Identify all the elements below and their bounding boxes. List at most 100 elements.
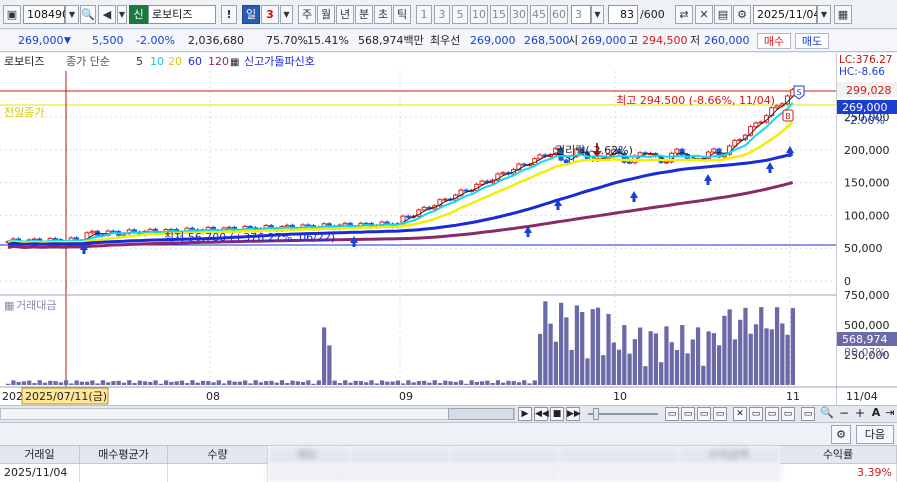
- save-icon[interactable]: ▤: [714, 5, 732, 24]
- trade-volume: 2,036,680: [188, 34, 244, 47]
- volume-bar: [653, 333, 659, 385]
- stock-name-field[interactable]: 로보티즈: [148, 5, 216, 24]
- tool-1-icon[interactable]: ✕: [733, 407, 747, 421]
- rewind-icon[interactable]: ◀◀: [534, 407, 549, 421]
- volume-bar: [669, 342, 674, 385]
- period-month-button[interactable]: 월: [317, 5, 335, 24]
- volume-bar: [706, 331, 711, 385]
- interval-60-button[interactable]: 60: [550, 5, 568, 24]
- volume-bar: [364, 382, 369, 385]
- calendar-icon[interactable]: ▦: [834, 5, 852, 24]
- scroll-thumb[interactable]: [448, 408, 514, 420]
- date-dropdown-icon[interactable]: ▼: [817, 5, 831, 24]
- interval-5-button[interactable]: 5: [452, 5, 468, 24]
- high-price: 294,500: [642, 34, 688, 47]
- col-return-rate[interactable]: 수익률: [780, 446, 897, 464]
- period-dropdown-icon[interactable]: ▼: [280, 5, 293, 24]
- code-dropdown-icon[interactable]: ▼: [65, 5, 79, 24]
- volume-bar: [132, 383, 137, 385]
- price-change: 5,500: [92, 34, 124, 47]
- col-quantity[interactable]: 수량: [168, 446, 268, 464]
- tool-5-icon[interactable]: ▭: [801, 407, 815, 421]
- bar-count-input[interactable]: 83: [608, 5, 638, 24]
- tool-2-icon[interactable]: ▭: [749, 407, 763, 421]
- col-trade-date[interactable]: 거래일: [0, 446, 80, 464]
- period-tick-button[interactable]: 틱: [393, 5, 411, 24]
- interval-15-button[interactable]: 15: [490, 5, 508, 24]
- volume-bar: [232, 381, 237, 385]
- more-icon[interactable]: ⇥: [883, 407, 897, 421]
- volume-bar: [437, 383, 443, 385]
- volume-bar: [643, 366, 648, 385]
- volume-bar: [258, 382, 264, 385]
- volume-bar: [337, 383, 343, 385]
- interval-custom-field[interactable]: 3: [571, 5, 591, 24]
- play-icon[interactable]: ▶▶: [566, 407, 581, 421]
- gear-icon[interactable]: ⚙: [733, 5, 751, 24]
- scroll-right-icon[interactable]: ▶: [518, 407, 532, 421]
- speaker-icon[interactable]: ◀: [98, 5, 116, 24]
- row-hidden-3: [558, 464, 780, 482]
- zoom-icon[interactable]: 🔍: [820, 407, 834, 421]
- col-avg-price[interactable]: 매수평균가: [80, 446, 168, 464]
- tool-4-icon[interactable]: ▭: [781, 407, 795, 421]
- period-day-button[interactable]: 일: [242, 5, 260, 24]
- col-hidden-3[interactable]: [558, 446, 678, 464]
- row-trade-date[interactable]: 2025/11/04: [0, 464, 80, 482]
- interval-30-button[interactable]: 30: [510, 5, 528, 24]
- col-hidden-2[interactable]: [448, 446, 558, 464]
- volume-bar: [527, 383, 532, 385]
- chart-settings-icon[interactable]: ⇄: [675, 5, 693, 24]
- crosshair-icon[interactable]: ✕: [695, 5, 713, 24]
- layout-2-icon[interactable]: ▭: [681, 407, 695, 421]
- price-chart[interactable]: B S 전일종가 최고 294.500 (-8.66%, 11/04) 최저 56,70…: [0, 53, 836, 405]
- period-minute-button[interactable]: 분: [355, 5, 373, 24]
- period-second-button[interactable]: 초: [374, 5, 392, 24]
- interval-dropdown-icon[interactable]: ▼: [591, 5, 604, 24]
- volume-bar: [717, 345, 722, 385]
- period-num-field[interactable]: 3: [261, 5, 279, 24]
- zoom-out-icon[interactable]: −: [837, 407, 851, 421]
- stop-icon[interactable]: ■: [550, 407, 564, 421]
- zoom-in-icon[interactable]: +: [853, 407, 867, 421]
- tool-3-icon[interactable]: ▭: [765, 407, 779, 421]
- scroll-track[interactable]: [0, 408, 515, 420]
- open-price: 269,000: [581, 34, 627, 47]
- grid-settings-icon[interactable]: ⚙: [831, 425, 851, 444]
- price-tick: 0: [844, 275, 851, 288]
- volume-bar: [395, 380, 400, 385]
- interval-10-button[interactable]: 10: [470, 5, 488, 24]
- layout-4-icon[interactable]: ▭: [713, 407, 727, 421]
- interval-3-button[interactable]: 3: [434, 5, 450, 24]
- speaker-dropdown-icon[interactable]: ▼: [117, 5, 127, 24]
- interval-1-button[interactable]: 1: [416, 5, 432, 24]
- stock-code-input[interactable]: 108490: [23, 5, 69, 24]
- chart-area[interactable]: 로보티즈 종가 단순 5 10 20 60 120 ▦ 신고가돌파신호 B S 전일…: [0, 53, 897, 405]
- col-sell[interactable]: 매도: [268, 446, 348, 464]
- volume-bar: [174, 381, 179, 385]
- sell-button[interactable]: 매도: [795, 33, 829, 49]
- layout-1-icon[interactable]: ▭: [665, 407, 679, 421]
- volume-bar: [353, 380, 358, 385]
- date-input[interactable]: 2025/11/04: [753, 5, 820, 24]
- zoom-slider-handle[interactable]: [593, 408, 599, 420]
- next-button[interactable]: 다음: [856, 425, 894, 444]
- interval-45-button[interactable]: 45: [530, 5, 548, 24]
- window-icon[interactable]: ▣: [3, 5, 21, 24]
- font-size-icon[interactable]: A: [869, 407, 883, 421]
- candle-body: [663, 161, 669, 164]
- search-icon[interactable]: 🔍: [80, 5, 96, 24]
- volume-bar: [327, 345, 332, 385]
- layout-3-icon[interactable]: ▭: [697, 407, 711, 421]
- volume-bar: [37, 380, 42, 385]
- col-hidden-1[interactable]: [348, 446, 448, 464]
- chart-scrollbar[interactable]: ▶ ◀◀ ■ ▶▶ ▭ ▭ ▭ ▭ ✕ ▭ ▭ ▭ ▭ 🔍 − + A ⇥: [0, 405, 897, 422]
- volume-bar: [648, 331, 653, 385]
- row-hidden-2: [348, 464, 558, 482]
- period-year-button[interactable]: 년: [336, 5, 354, 24]
- period-week-button[interactable]: 주: [298, 5, 316, 24]
- col-profit-amount[interactable]: 수익금액: [678, 446, 780, 464]
- volume-bar: [601, 355, 606, 385]
- buy-button[interactable]: 매수: [757, 33, 791, 49]
- alert-button[interactable]: !: [221, 5, 237, 24]
